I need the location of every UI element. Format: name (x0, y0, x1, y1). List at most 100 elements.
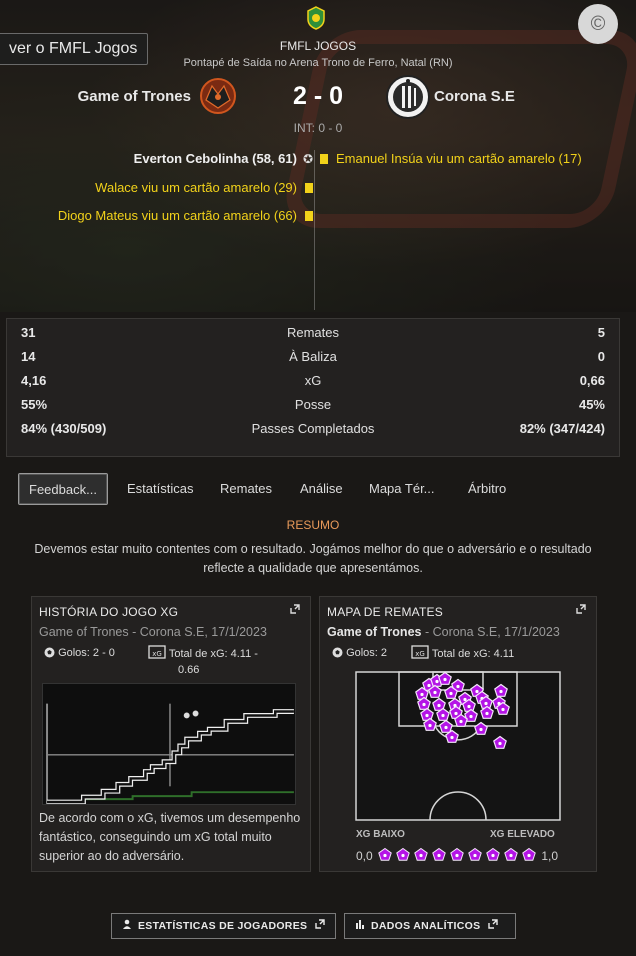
stat-home: 84% (430/509) (21, 421, 107, 436)
away-team-name[interactable]: Corona S.E (434, 88, 515, 105)
stat-row: 4,16 xG 0,66 (7, 373, 619, 393)
xg-history-widget: HISTÓRIA DO JOGO XG Game of Trones - Cor… (31, 596, 311, 872)
analytics-button[interactable]: DADOS ANALÍTICOS (344, 913, 516, 939)
stat-row: 55% Posse 45% (7, 397, 619, 417)
shot-marker-center (428, 723, 432, 728)
away-crest-icon[interactable] (385, 74, 431, 120)
xg-timeline-chart[interactable] (42, 683, 296, 805)
home-team-name[interactable]: Game of Trones (20, 88, 191, 105)
xg-icon: xG (411, 645, 429, 659)
stat-away: 0,66 (579, 373, 605, 388)
external-link-icon (488, 914, 499, 938)
stat-label: Remates (286, 325, 340, 340)
goal-marker (191, 709, 200, 718)
scale-pentagon-icon (450, 847, 464, 861)
event-text: Walace viu um cartão amarelo (29) (95, 180, 297, 195)
stat-home: 55% (21, 397, 48, 412)
shot-marker-center (469, 714, 473, 719)
xg-meta: xG Total de xG: 4.11 (411, 645, 514, 662)
shot-marker-center (441, 713, 445, 718)
home-goal-event[interactable]: Everton Cebolinha (58, 61) ✪ (30, 151, 313, 166)
external-link-icon (315, 914, 325, 938)
shot-marker-center (422, 702, 426, 707)
shot-marker-center (425, 713, 429, 718)
stat-away: 82% (347/424) (519, 421, 605, 436)
stat-row: 14 À Baliza 0 (7, 349, 619, 369)
expand-icon[interactable] (290, 604, 300, 614)
widget-subtitle: Game of Trones - Corona S.E, 17/1/2023 (327, 625, 560, 639)
stat-away: 0 (597, 349, 605, 364)
bar-chart-icon (355, 914, 365, 938)
center-circle (429, 791, 487, 821)
scale-pentagon-icon (378, 847, 392, 861)
shot-marker-center (467, 704, 471, 709)
shot-marker-center (501, 707, 505, 712)
shot-marker-center (437, 703, 441, 708)
scale-max: 1,0 (541, 849, 559, 863)
away-card-event[interactable]: Emanuel Insúa viu um cartão amarelo (17) (320, 151, 582, 166)
total-xg-text: Total de xG: 4.11 (431, 648, 515, 660)
goals-meta: Golos: 2 (332, 645, 387, 661)
stat-label: xG (304, 373, 322, 388)
match-stats-panel: 31 Remates 5 14 À Baliza 0 4,16 xG 0,66 … (6, 318, 620, 457)
yellow-card-icon (305, 183, 313, 193)
home-card-event[interactable]: Diogo Mateus viu um cartão amarelo (66) (30, 208, 313, 223)
score: 2 - 0 (292, 82, 344, 110)
settings-circle-button[interactable]: © (578, 4, 618, 44)
player-stats-label: ESTATÍSTICAS DE JOGADORES (138, 920, 308, 932)
scale-markers (376, 847, 538, 863)
widget-title: HISTÓRIA DO JOGO XG (39, 605, 179, 619)
stat-home: 31 (21, 325, 36, 340)
yellow-card-icon (305, 211, 313, 221)
home-card-event[interactable]: Walace viu um cartão amarelo (29) (30, 180, 313, 195)
xg-description: De acordo com o xG, tivemos um desempenh… (39, 811, 301, 863)
stat-label: À Baliza (289, 349, 337, 364)
summary-text: Devemos estar muito contentes com o resu… (34, 542, 592, 575)
shot-marker-center (433, 690, 437, 695)
shot-map-widget: MAPA DE REMATES Game of Trones - Corona … (319, 596, 597, 872)
scale-pentagon-icon (468, 847, 482, 861)
shot-marker-center (454, 711, 458, 716)
widget-team: Game of Trones (327, 625, 422, 639)
person-icon (122, 914, 132, 938)
tab-feedback[interactable]: Feedback... (18, 473, 108, 505)
stat-home: 4,16 (21, 373, 47, 388)
competition-name: FMFL JOGOS (279, 39, 357, 53)
match-header: ver o FMFL Jogos © FMFL JOGOS Pontapé de… (0, 0, 636, 312)
total-xg-text: Total de xG: 4.11 - (168, 648, 258, 660)
competition-logo-icon (307, 6, 325, 30)
legend-low-label: XG BAIXO (356, 829, 405, 840)
shot-marker-center (499, 689, 503, 694)
shot-marker-center (435, 679, 439, 684)
shot-marker-center (449, 691, 453, 696)
player-stats-button[interactable]: ESTATÍSTICAS DE JOGADORES (111, 913, 336, 939)
scale-pentagon-icon (522, 847, 536, 861)
widget-team: Game of Trones (39, 625, 129, 639)
stat-label: Passes Completados (251, 421, 375, 436)
shot-markers (415, 671, 510, 749)
goals-text: Golos: 2 (346, 647, 388, 659)
scale-pentagon-icon (414, 847, 428, 861)
shot-marker-center (463, 697, 467, 702)
expand-icon[interactable] (576, 604, 586, 614)
tab-referee[interactable]: Árbitro (468, 473, 506, 505)
tab-statistics[interactable]: Estatísticas (127, 473, 193, 505)
shot-marker-center (450, 735, 454, 740)
home-crest-icon[interactable] (198, 76, 238, 116)
widget-subtitle: Game of Trones - Corona S.E, 17/1/2023 (39, 625, 267, 639)
tab-analysis[interactable]: Análise (300, 473, 343, 505)
stat-away: 5 (597, 325, 605, 340)
widget-title: MAPA DE REMATES (327, 605, 443, 619)
shot-marker-center (498, 741, 502, 746)
summary-title: RESUMO (286, 518, 340, 532)
shot-marker-center (475, 689, 479, 694)
shot-marker-center (479, 727, 483, 732)
shot-map-pitch[interactable] (355, 671, 561, 821)
event-text: Everton Cebolinha (58, 61) (133, 151, 297, 166)
football-icon (44, 647, 55, 658)
scale-pentagon-icon (396, 847, 410, 861)
tab-heat-map[interactable]: Mapa Tér... (369, 473, 435, 505)
event-text: Emanuel Insúa viu um cartão amarelo (17) (336, 151, 582, 166)
tab-shots[interactable]: Remates (220, 473, 272, 505)
stat-row: 31 Remates 5 (7, 325, 619, 345)
